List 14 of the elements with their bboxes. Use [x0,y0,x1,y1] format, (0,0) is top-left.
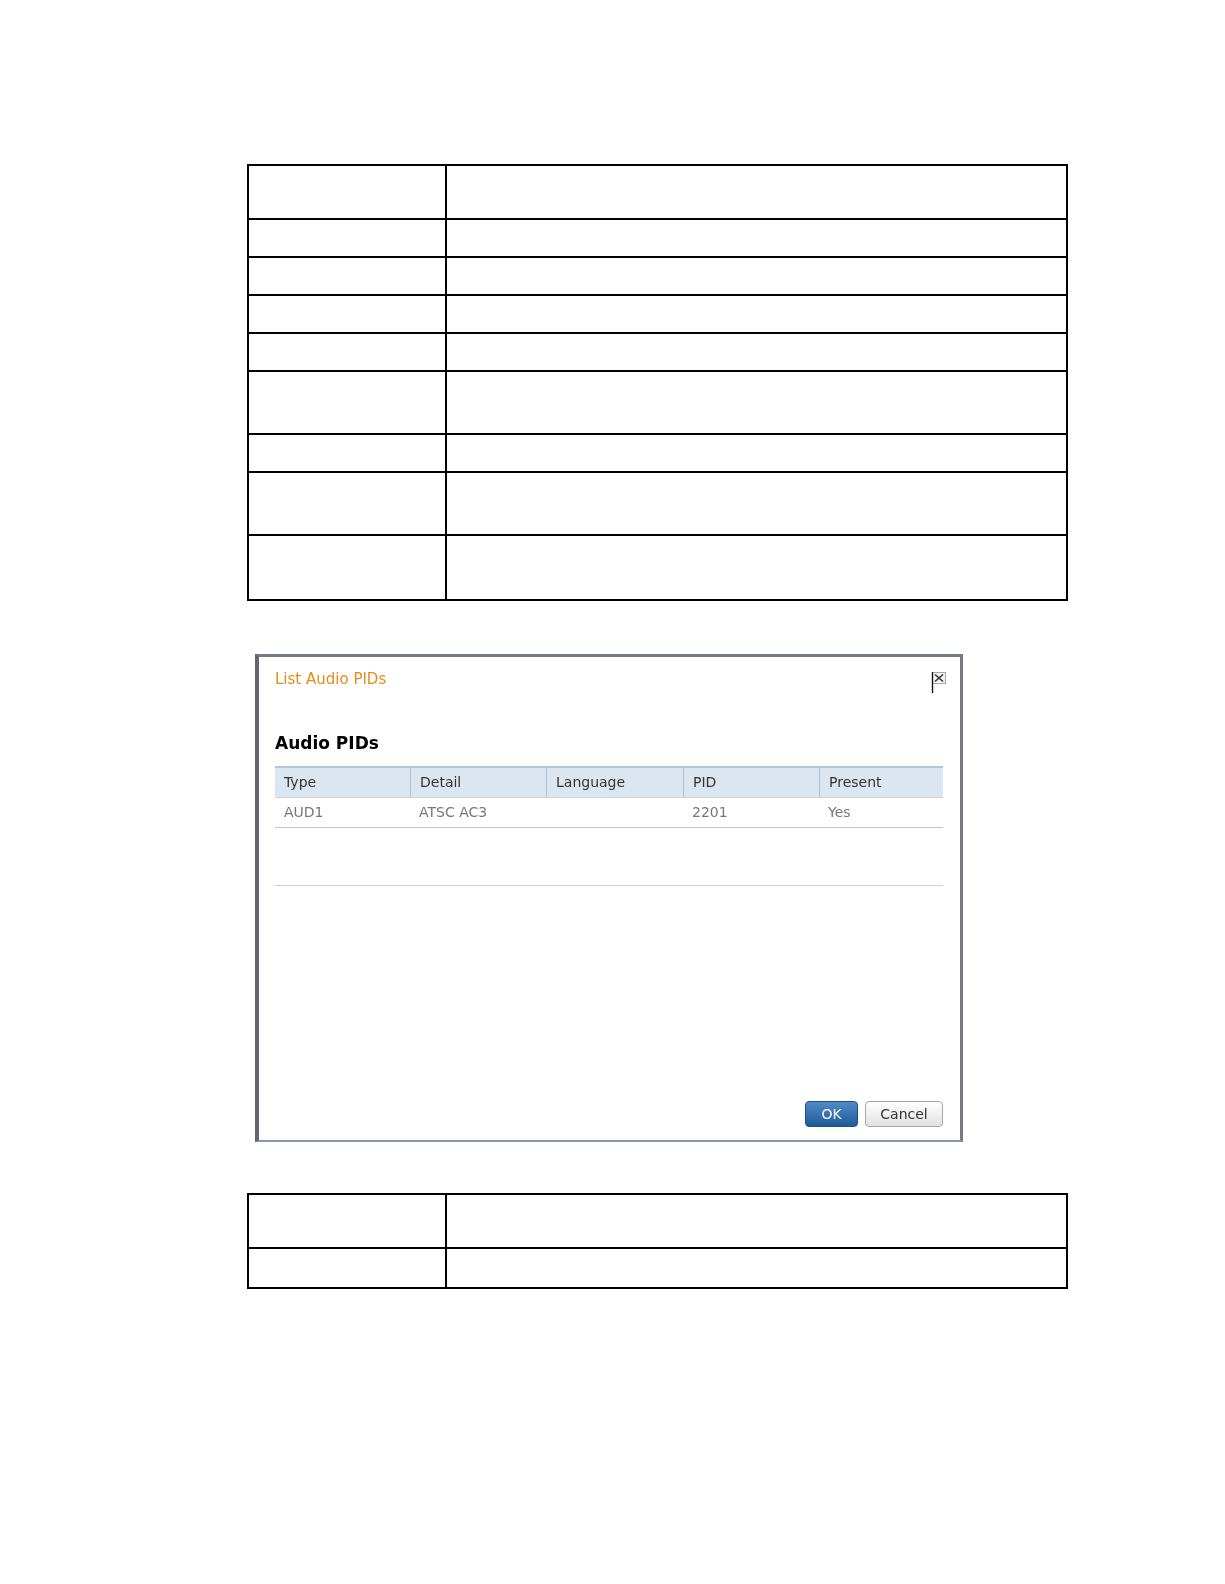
column-header: PID [693,773,717,792]
ok-button[interactable]: OK [805,1101,858,1127]
table-cell-text: AUD1 [284,803,324,822]
table-cell-text: 2201 [692,803,728,822]
column-header: Language [556,773,626,792]
close-icon[interactable] [931,671,947,693]
column-header: Present [829,773,882,792]
cancel-button[interactable]: Cancel [865,1101,943,1127]
dialog-title: List Audio PIDs [275,669,387,689]
section-heading: Audio PIDs [275,732,379,754]
table-cell-text: Yes [828,803,851,822]
table-cell-text: ATSC AC3 [419,803,488,822]
column-header: Detail [420,773,462,792]
column-header: Type [284,773,317,792]
